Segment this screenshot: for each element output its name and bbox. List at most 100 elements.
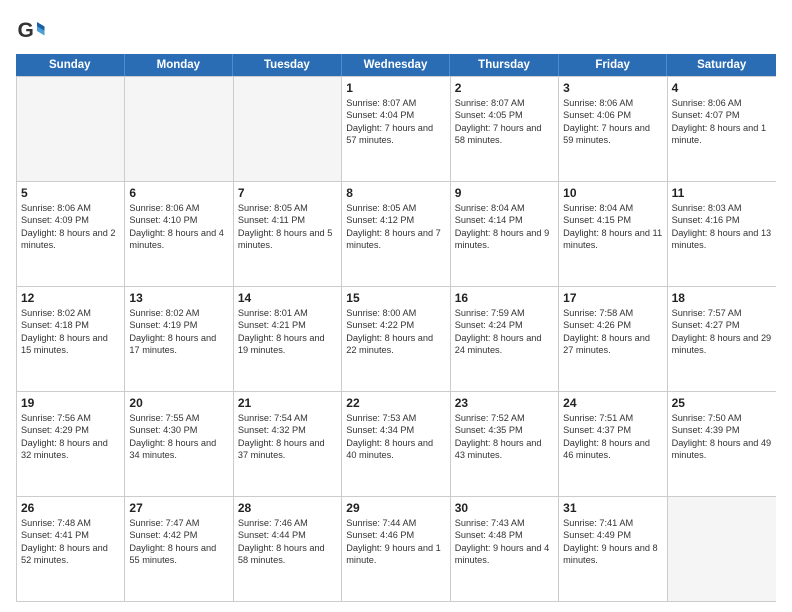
calendar-header: SundayMondayTuesdayWednesdayThursdayFrid… <box>16 54 776 76</box>
day-number: 9 <box>455 186 554 200</box>
day-detail: Sunrise: 8:06 AM Sunset: 4:09 PM Dayligh… <box>21 202 120 252</box>
day-detail: Sunrise: 8:06 AM Sunset: 4:10 PM Dayligh… <box>129 202 228 252</box>
day-number: 29 <box>346 501 445 515</box>
day-detail: Sunrise: 7:46 AM Sunset: 4:44 PM Dayligh… <box>238 517 337 567</box>
calendar-header-day: Thursday <box>450 54 559 76</box>
calendar-day-cell <box>234 77 342 181</box>
calendar-day-cell: 30Sunrise: 7:43 AM Sunset: 4:48 PM Dayli… <box>451 497 559 601</box>
day-number: 17 <box>563 291 662 305</box>
day-number: 2 <box>455 81 554 95</box>
calendar-week-row: 5 Sunrise: 8:06 AM Sunset: 4:09 PM Daylig… <box>17 181 776 286</box>
calendar-day-cell: 5 Sunrise: 8:06 AM Sunset: 4:09 PM Daylig… <box>17 182 125 286</box>
calendar-day-cell: 26 Sunrise: 7:48 AM Sunset: 4:41 PM Dayli… <box>17 497 125 601</box>
calendar-week-row: 12 Sunrise: 8:02 AM Sunset: 4:18 PM Dayli… <box>17 286 776 391</box>
day-detail: Sunrise: 8:06 AM Sunset: 4:07 PM Dayligh… <box>672 97 772 147</box>
day-number: 1 <box>346 81 445 95</box>
day-detail: Sunrise: 7:44 AM Sunset: 4:46 PM Dayligh… <box>346 517 445 567</box>
day-detail: Sunrise: 7:54 AM Sunset: 4:32 PM Dayligh… <box>238 412 337 462</box>
calendar-day-cell: 25Sunrise: 7:50 AM Sunset: 4:39 PM Dayli… <box>668 392 776 496</box>
day-number: 26 <box>21 501 120 515</box>
day-detail: Sunrise: 7:59 AM Sunset: 4:24 PM Dayligh… <box>455 307 554 357</box>
calendar-day-cell: 16 Sunrise: 7:59 AM Sunset: 4:24 PM Dayli… <box>451 287 559 391</box>
day-number: 10 <box>563 186 662 200</box>
calendar-day-cell: 19 Sunrise: 7:56 AM Sunset: 4:29 PM Dayli… <box>17 392 125 496</box>
logo-icon: G <box>16 16 46 46</box>
calendar-header-day: Monday <box>125 54 234 76</box>
day-number: 28 <box>238 501 337 515</box>
day-detail: Sunrise: 8:07 AM Sunset: 4:04 PM Dayligh… <box>346 97 445 147</box>
day-detail: Sunrise: 8:05 AM Sunset: 4:11 PM Dayligh… <box>238 202 337 252</box>
header: G <box>16 16 776 46</box>
day-detail: Sunrise: 8:07 AM Sunset: 4:05 PM Dayligh… <box>455 97 554 147</box>
day-number: 16 <box>455 291 554 305</box>
day-detail: Sunrise: 7:48 AM Sunset: 4:41 PM Dayligh… <box>21 517 120 567</box>
day-detail: Sunrise: 7:56 AM Sunset: 4:29 PM Dayligh… <box>21 412 120 462</box>
day-detail: Sunrise: 8:06 AM Sunset: 4:06 PM Dayligh… <box>563 97 662 147</box>
calendar-header-day: Wednesday <box>342 54 451 76</box>
day-detail: Sunrise: 7:41 AM Sunset: 4:49 PM Dayligh… <box>563 517 662 567</box>
day-number: 7 <box>238 186 337 200</box>
calendar-day-cell: 17 Sunrise: 7:58 AM Sunset: 4:26 PM Dayli… <box>559 287 667 391</box>
day-number: 14 <box>238 291 337 305</box>
day-number: 27 <box>129 501 228 515</box>
day-number: 20 <box>129 396 228 410</box>
calendar-day-cell: 1 Sunrise: 8:07 AM Sunset: 4:04 PM Daylig… <box>342 77 450 181</box>
calendar-day-cell: 9 Sunrise: 8:04 AM Sunset: 4:14 PM Daylig… <box>451 182 559 286</box>
day-number: 12 <box>21 291 120 305</box>
day-detail: Sunrise: 8:01 AM Sunset: 4:21 PM Dayligh… <box>238 307 337 357</box>
calendar-day-cell <box>125 77 233 181</box>
day-number: 15 <box>346 291 445 305</box>
calendar-day-cell: 28 Sunrise: 7:46 AM Sunset: 4:44 PM Dayli… <box>234 497 342 601</box>
calendar-day-cell: 13Sunrise: 8:02 AM Sunset: 4:19 PM Dayli… <box>125 287 233 391</box>
calendar-day-cell: 22 Sunrise: 7:53 AM Sunset: 4:34 PM Dayli… <box>342 392 450 496</box>
calendar-day-cell: 23Sunrise: 7:52 AM Sunset: 4:35 PM Dayli… <box>451 392 559 496</box>
day-number: 4 <box>672 81 772 95</box>
calendar-day-cell: 2 Sunrise: 8:07 AM Sunset: 4:05 PM Daylig… <box>451 77 559 181</box>
day-number: 13 <box>129 291 228 305</box>
calendar-day-cell: 6 Sunrise: 8:06 AM Sunset: 4:10 PM Daylig… <box>125 182 233 286</box>
calendar-day-cell: 3 Sunrise: 8:06 AM Sunset: 4:06 PM Daylig… <box>559 77 667 181</box>
calendar-day-cell: 11Sunrise: 8:03 AM Sunset: 4:16 PM Dayli… <box>668 182 776 286</box>
calendar-day-cell: 29 Sunrise: 7:44 AM Sunset: 4:46 PM Dayli… <box>342 497 450 601</box>
calendar-week-row: 1 Sunrise: 8:07 AM Sunset: 4:04 PM Daylig… <box>17 76 776 181</box>
day-detail: Sunrise: 7:43 AM Sunset: 4:48 PM Dayligh… <box>455 517 554 567</box>
calendar-day-cell: 31Sunrise: 7:41 AM Sunset: 4:49 PM Dayli… <box>559 497 667 601</box>
calendar: SundayMondayTuesdayWednesdayThursdayFrid… <box>16 54 776 602</box>
calendar-day-cell: 20Sunrise: 7:55 AM Sunset: 4:30 PM Dayli… <box>125 392 233 496</box>
day-detail: Sunrise: 7:58 AM Sunset: 4:26 PM Dayligh… <box>563 307 662 357</box>
day-number: 22 <box>346 396 445 410</box>
svg-text:G: G <box>18 19 34 42</box>
day-number: 24 <box>563 396 662 410</box>
calendar-header-day: Saturday <box>667 54 776 76</box>
page: G SundayMondayTuesdayWednesdayThursdayFr… <box>0 0 792 612</box>
day-detail: Sunrise: 7:52 AM Sunset: 4:35 PM Dayligh… <box>455 412 554 462</box>
calendar-day-cell: 10 Sunrise: 8:04 AM Sunset: 4:15 PM Dayli… <box>559 182 667 286</box>
logo: G <box>16 16 50 46</box>
calendar-header-day: Friday <box>559 54 668 76</box>
calendar-day-cell: 15Sunrise: 8:00 AM Sunset: 4:22 PM Dayli… <box>342 287 450 391</box>
day-detail: Sunrise: 8:04 AM Sunset: 4:14 PM Dayligh… <box>455 202 554 252</box>
day-number: 19 <box>21 396 120 410</box>
day-number: 6 <box>129 186 228 200</box>
calendar-week-row: 19 Sunrise: 7:56 AM Sunset: 4:29 PM Dayli… <box>17 391 776 496</box>
calendar-header-day: Tuesday <box>233 54 342 76</box>
calendar-day-cell: 4 Sunrise: 8:06 AM Sunset: 4:07 PM Daylig… <box>668 77 776 181</box>
calendar-day-cell: 24Sunrise: 7:51 AM Sunset: 4:37 PM Dayli… <box>559 392 667 496</box>
day-detail: Sunrise: 7:50 AM Sunset: 4:39 PM Dayligh… <box>672 412 772 462</box>
calendar-day-cell: 7 Sunrise: 8:05 AM Sunset: 4:11 PM Daylig… <box>234 182 342 286</box>
calendar-day-cell: 14 Sunrise: 8:01 AM Sunset: 4:21 PM Dayli… <box>234 287 342 391</box>
day-detail: Sunrise: 8:02 AM Sunset: 4:18 PM Dayligh… <box>21 307 120 357</box>
day-detail: Sunrise: 8:04 AM Sunset: 4:15 PM Dayligh… <box>563 202 662 252</box>
calendar-day-cell: 27 Sunrise: 7:47 AM Sunset: 4:42 PM Dayli… <box>125 497 233 601</box>
day-number: 3 <box>563 81 662 95</box>
calendar-day-cell: 8Sunrise: 8:05 AM Sunset: 4:12 PM Daylig… <box>342 182 450 286</box>
day-number: 5 <box>21 186 120 200</box>
day-number: 11 <box>672 186 772 200</box>
day-detail: Sunrise: 7:53 AM Sunset: 4:34 PM Dayligh… <box>346 412 445 462</box>
day-detail: Sunrise: 7:47 AM Sunset: 4:42 PM Dayligh… <box>129 517 228 567</box>
day-number: 21 <box>238 396 337 410</box>
day-detail: Sunrise: 8:05 AM Sunset: 4:12 PM Dayligh… <box>346 202 445 252</box>
calendar-day-cell <box>668 497 776 601</box>
calendar-day-cell: 21 Sunrise: 7:54 AM Sunset: 4:32 PM Dayli… <box>234 392 342 496</box>
calendar-header-day: Sunday <box>16 54 125 76</box>
